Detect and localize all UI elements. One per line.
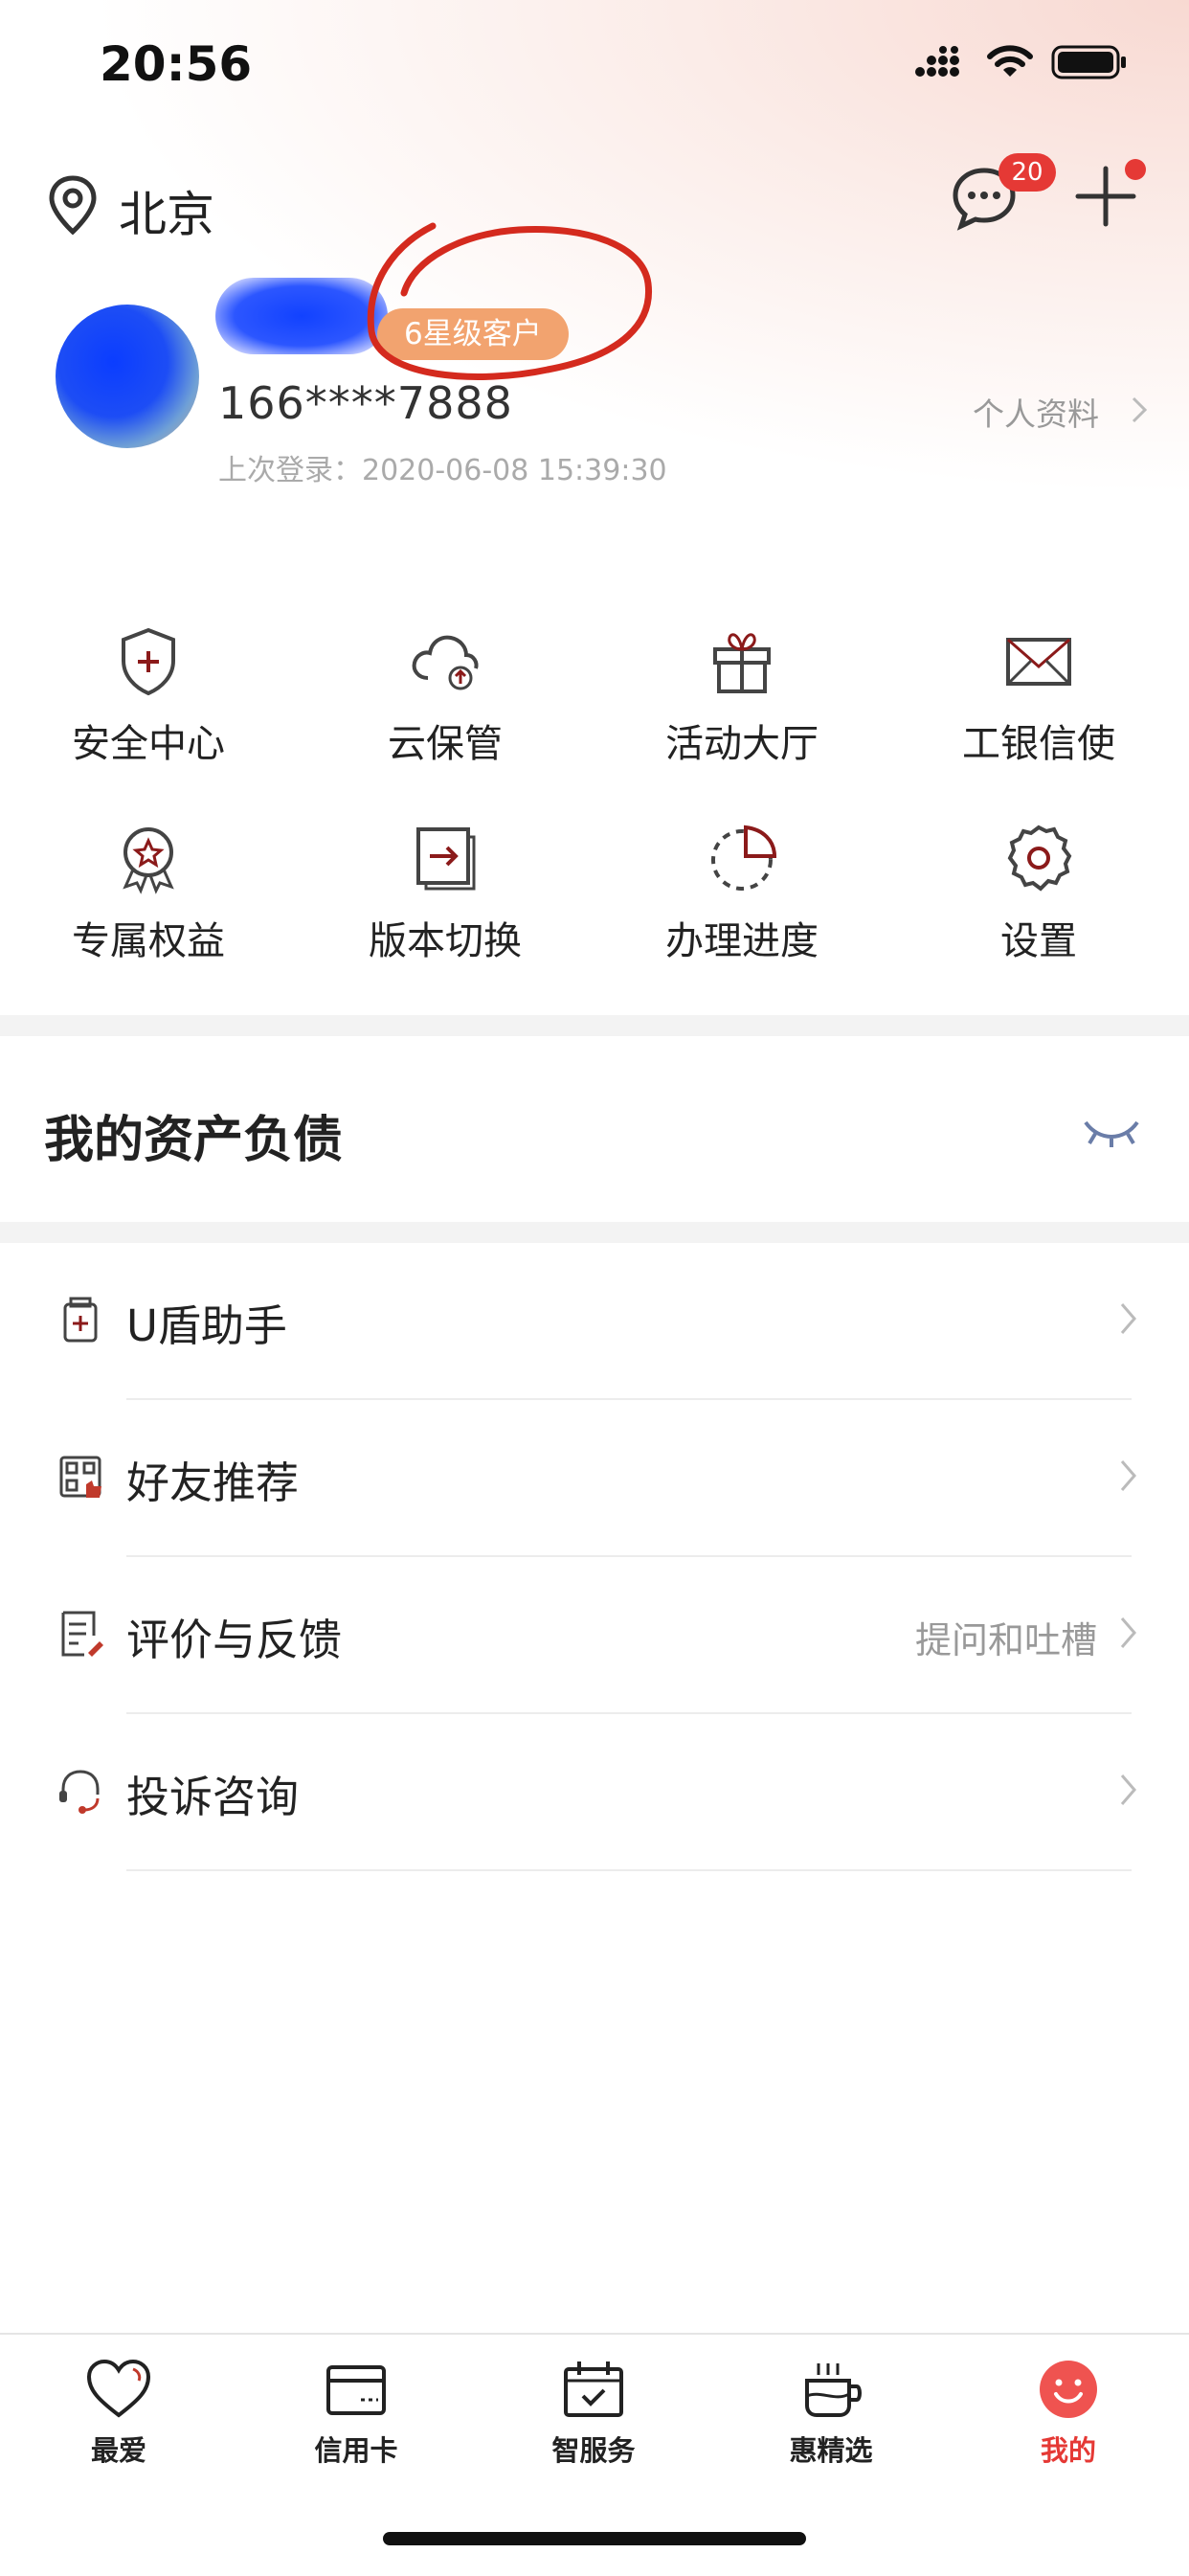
quick-action-version-switch[interactable]: 版本切换	[297, 820, 594, 965]
avatar[interactable]	[56, 305, 199, 448]
row-separator	[126, 1869, 1132, 1871]
message-count-badge: 20	[998, 153, 1056, 192]
quick-action-security-center[interactable]: 安全中心	[0, 622, 297, 768]
qrcode-icon	[56, 1452, 105, 1502]
heart-icon	[85, 2358, 152, 2421]
tab-label: 我的	[1040, 2434, 1096, 2467]
tab-favorites[interactable]: 最爱	[42, 2358, 195, 2469]
gift-icon	[704, 622, 780, 699]
quick-action-exclusive-benefits[interactable]: 专属权益	[0, 820, 297, 965]
quick-action-label: 办理进度	[665, 919, 819, 963]
quick-action-cloud-storage[interactable]: 云保管	[297, 622, 594, 768]
credit-card-icon	[323, 2358, 390, 2421]
chevron-right-icon	[1118, 1300, 1137, 1341]
handdrawn-circle-annotation	[347, 216, 662, 402]
tab-credit-card[interactable]: 信用卡	[280, 2358, 433, 2469]
last-login-time: 上次登录：2020-06-08 15:39:30	[218, 454, 667, 487]
menu-item-hint: 提问和吐槽	[914, 1619, 1097, 1661]
tab-selected-deals[interactable]: 惠精选	[754, 2358, 908, 2469]
switch-icon	[407, 820, 483, 896]
quick-action-icbc-messenger[interactable]: 工银信使	[890, 622, 1187, 768]
eye-closed-icon[interactable]	[1082, 1115, 1141, 1153]
tab-label: 智服务	[551, 2434, 636, 2467]
medal-icon	[110, 820, 187, 896]
quick-action-label: 专属权益	[72, 919, 225, 963]
chevron-right-icon[interactable]	[1130, 395, 1149, 429]
quick-action-label: 工银信使	[962, 722, 1115, 766]
quick-action-label: 安全中心	[72, 722, 225, 766]
headset-icon	[56, 1766, 105, 1816]
quick-action-activity-hall[interactable]: 活动大厅	[594, 622, 890, 768]
home-indicator	[383, 2532, 806, 2545]
notification-dot	[1125, 159, 1146, 180]
cloud-upload-icon	[407, 622, 483, 699]
quick-action-label: 云保管	[388, 722, 503, 766]
menu-item-complaint[interactable]: 投诉咨询	[0, 1714, 1189, 1871]
menu-item-feedback[interactable]: 评价与反馈 提问和吐槽	[0, 1557, 1189, 1714]
chevron-right-icon	[1118, 1615, 1137, 1655]
menu-item-friend-referral[interactable]: 好友推荐	[0, 1400, 1189, 1557]
phone-number: 166****7888	[218, 377, 513, 429]
tab-mine[interactable]: 我的	[992, 2358, 1145, 2469]
menu-item-label: 评价与反馈	[126, 1615, 343, 1665]
wifi-icon	[986, 44, 1034, 84]
quick-action-label: 设置	[1000, 919, 1077, 963]
cellular-signal-icon	[914, 46, 968, 82]
personal-info-link[interactable]: 个人资料	[973, 389, 1099, 435]
chevron-right-icon	[1118, 1772, 1137, 1812]
envelope-icon	[1000, 622, 1077, 699]
ushield-icon	[56, 1295, 105, 1344]
quick-action-settings[interactable]: 设置	[890, 820, 1187, 965]
calendar-check-icon	[560, 2358, 627, 2421]
tab-label: 惠精选	[789, 2434, 873, 2467]
menu-item-label: 投诉咨询	[126, 1772, 300, 1822]
tab-smart-service[interactable]: 智服务	[517, 2358, 670, 2469]
menu-item-label: U盾助手	[126, 1300, 287, 1351]
tab-label: 信用卡	[314, 2434, 398, 2467]
quick-action-label: 版本切换	[369, 919, 522, 963]
shield-plus-icon	[110, 622, 187, 699]
chevron-right-icon	[1118, 1457, 1137, 1498]
assets-title: 我的资产负债	[44, 1112, 344, 1169]
section-divider	[0, 1222, 1189, 1243]
status-time: 20:56	[100, 36, 253, 92]
menu-item-label: 好友推荐	[126, 1457, 300, 1508]
menu-item-ushield-assistant[interactable]: U盾助手	[0, 1243, 1189, 1400]
quick-action-progress[interactable]: 办理进度	[594, 820, 890, 965]
cup-icon	[797, 2358, 864, 2421]
location-label[interactable]: 北京	[119, 176, 214, 245]
tab-label: 最爱	[90, 2434, 146, 2467]
quick-action-label: 活动大厅	[665, 722, 819, 766]
feedback-icon	[56, 1609, 105, 1659]
smile-icon	[1035, 2358, 1102, 2421]
gear-icon	[1000, 820, 1077, 896]
progress-pie-icon	[704, 820, 780, 896]
battery-icon	[1051, 44, 1128, 84]
location-pin-icon[interactable]	[46, 174, 100, 239]
section-divider	[0, 1015, 1189, 1036]
